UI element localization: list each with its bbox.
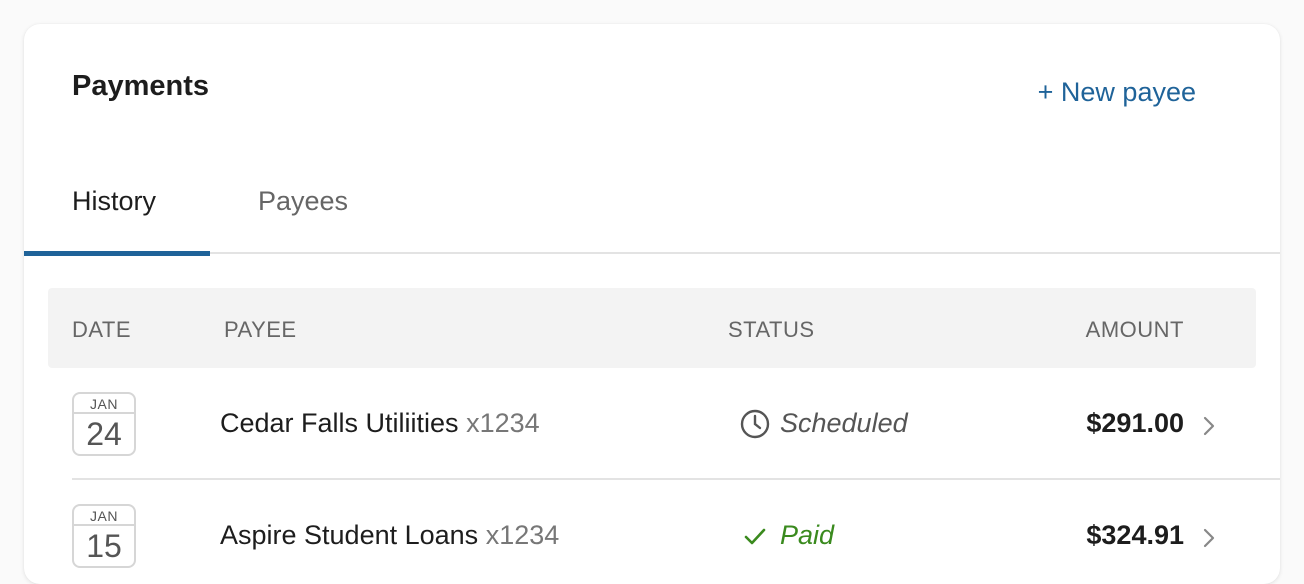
- column-header-date: DATE: [72, 317, 132, 342]
- date-day: 24: [86, 416, 122, 452]
- tab-payees-label: Payees: [258, 186, 349, 216]
- date-month: JAN: [74, 394, 134, 414]
- tab-payees[interactable]: Payees: [210, 182, 348, 254]
- page-title: Payments: [72, 70, 210, 102]
- status-label: Scheduled: [780, 408, 908, 438]
- chevron-right-icon[interactable]: [1202, 415, 1216, 437]
- table-row[interactable]: JAN 24 Cedar Falls Utiliities x1234 Sche…: [72, 368, 1280, 480]
- date-calendar-badge: JAN 15: [72, 504, 136, 568]
- column-header-status: STATUS: [728, 317, 815, 342]
- payee-name: Cedar Falls Utiliities: [220, 408, 459, 438]
- clock-icon: [740, 409, 770, 438]
- tab-history[interactable]: History: [24, 182, 210, 256]
- payee-account: x1234: [485, 520, 560, 550]
- payee-cell: Cedar Falls Utiliities x1234: [220, 408, 540, 439]
- new-payee-link[interactable]: + New payee: [1038, 74, 1196, 110]
- payment-amount: $291.00: [1086, 408, 1184, 438]
- payee-name: Aspire Student Loans: [220, 520, 479, 550]
- tab-bar: History Payees: [24, 182, 1280, 256]
- status-cell: Scheduled: [740, 408, 908, 439]
- table-header: DATE PAYEE STATUS AMOUNT: [48, 288, 1256, 368]
- column-header-amount: AMOUNT: [1085, 317, 1184, 342]
- chevron-right-icon[interactable]: [1202, 527, 1216, 549]
- date-calendar-badge: JAN 24: [72, 392, 136, 456]
- table-row[interactable]: JAN 15 Aspire Student Loans x1234 Paid $…: [72, 480, 1280, 584]
- card-header: Payments + New payee: [72, 68, 1196, 110]
- column-header-payee: PAYEE: [224, 317, 297, 342]
- active-tab-indicator: [24, 251, 210, 256]
- date-month: JAN: [74, 506, 134, 526]
- payments-card: Payments + New payee History Payees DATE…: [24, 24, 1280, 584]
- date-day: 15: [86, 528, 122, 564]
- payee-account: x1234: [466, 408, 540, 438]
- tab-history-label: History: [72, 186, 157, 216]
